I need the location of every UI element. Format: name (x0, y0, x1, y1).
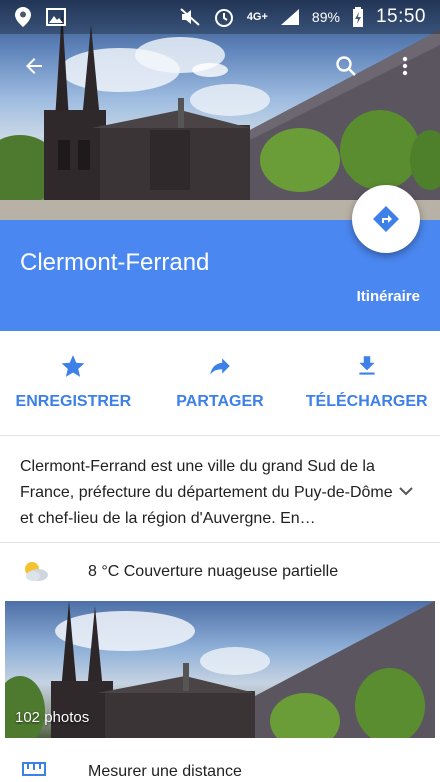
location-pin-icon (15, 7, 31, 27)
place-description[interactable]: Clermont-Ferrand est une ville du grand … (0, 437, 440, 543)
battery-icon (352, 7, 363, 27)
gallery-icon (46, 8, 66, 26)
place-actions: ENREGISTRER PARTAGER TÉLÉCHARGER (0, 331, 440, 436)
measure-distance-row[interactable]: Mesurer une distance (0, 748, 440, 782)
more-options-button[interactable] (391, 52, 419, 80)
more-vert-icon (402, 56, 408, 76)
directions-icon (373, 206, 399, 232)
weather-row: 8 °C Couverture nuageuse partielle (0, 544, 440, 600)
status-bar: 4G+ 89% 15:50 (0, 0, 440, 34)
save-label: ENREGISTRER (15, 393, 132, 410)
muted-icon (180, 8, 200, 26)
measure-distance-label: Mesurer une distance (88, 763, 242, 780)
clock: 15:50 (375, 6, 426, 27)
directions-fab[interactable] (352, 185, 420, 253)
download-button[interactable]: TÉLÉCHARGER (293, 331, 440, 435)
directions-label[interactable]: Itinéraire (357, 288, 420, 305)
chevron-down-icon[interactable] (396, 481, 416, 501)
description-text: Clermont-Ferrand est une ville du grand … (20, 458, 393, 527)
arrow-back-icon (26, 58, 42, 74)
save-button[interactable]: ENREGISTRER (0, 331, 147, 435)
ruler-icon (22, 762, 46, 776)
search-button[interactable] (332, 52, 360, 80)
photos-card[interactable]: 102 photos (5, 601, 435, 738)
battery-percent: 89% (311, 9, 340, 25)
share-icon (210, 358, 230, 375)
partly-cloudy-icon (25, 562, 48, 581)
signal-icon (280, 9, 299, 25)
photo-count: 102 photos (15, 709, 90, 726)
download-label: TÉLÉCHARGER (305, 393, 428, 410)
back-button[interactable] (20, 52, 48, 80)
weather-text: 8 °C Couverture nuageuse partielle (88, 563, 339, 580)
network-type: 4G+ (246, 11, 268, 23)
search-icon (336, 56, 356, 76)
share-button[interactable]: PARTAGER (147, 331, 294, 435)
star-icon (61, 355, 85, 377)
alarm-icon (214, 9, 233, 27)
share-label: PARTAGER (176, 393, 264, 410)
place-title: Clermont-Ferrand (20, 249, 210, 276)
download-icon (359, 356, 375, 375)
